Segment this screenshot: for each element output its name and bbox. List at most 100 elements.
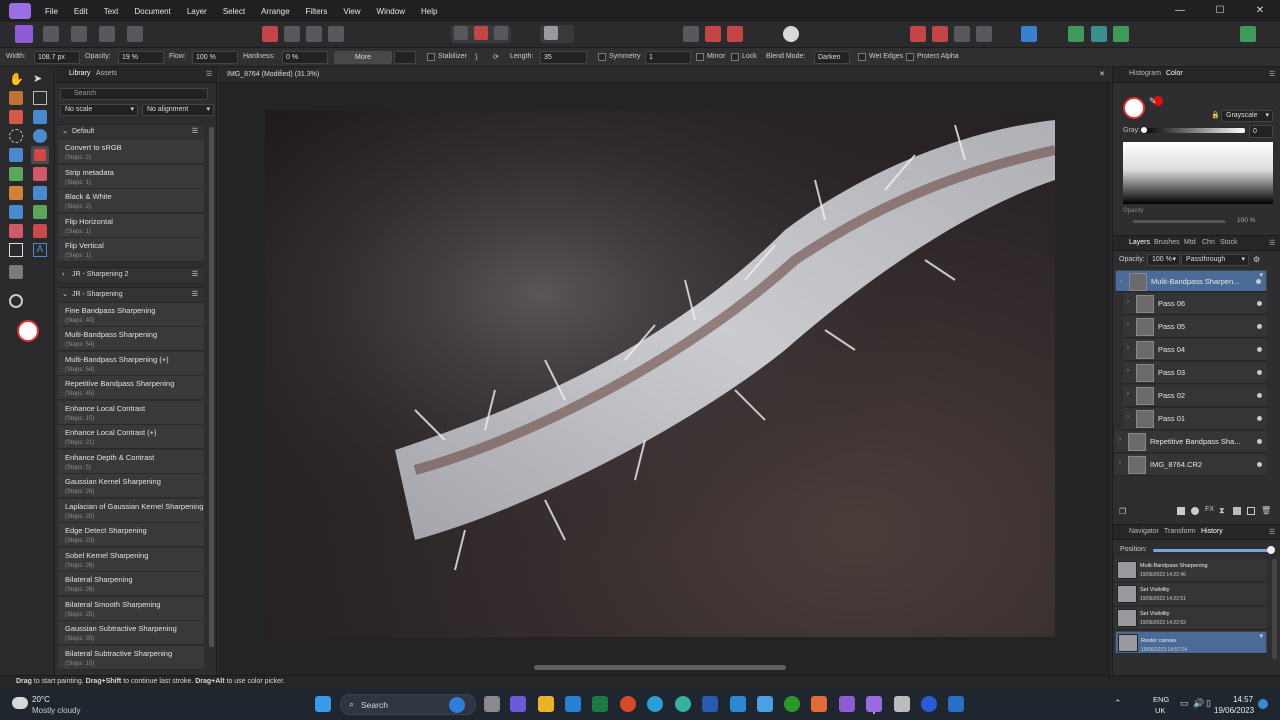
layer-row[interactable]: › Pass 05 [1123, 316, 1267, 338]
affinity-publisher-icon[interactable] [811, 696, 827, 712]
notification-icon[interactable] [1258, 699, 1268, 709]
snapping-icon[interactable] [1068, 26, 1084, 42]
macro-item[interactable]: Gaussian Subtractive Sharpening (Steps: 3… [58, 621, 204, 645]
opacity-slider[interactable] [1133, 220, 1225, 223]
macro-item[interactable]: Multi-Bandpass Sharpening (Steps: 54) [58, 327, 204, 351]
close-button[interactable]: ✕ [1240, 0, 1280, 22]
weather-icon[interactable] [12, 697, 28, 709]
macro-category[interactable]: › JR - Sharpening 2 ☰ [58, 266, 204, 281]
selection-brush-tool-icon[interactable] [9, 110, 23, 124]
layers-panel-menu-icon[interactable]: ☰ [1269, 239, 1275, 247]
frost-branch-photo[interactable] [265, 110, 1055, 637]
layer-row[interactable]: › Pass 03 [1123, 362, 1267, 384]
layer-visibility-icon[interactable] [1257, 301, 1262, 306]
macro-item[interactable]: Edge Detect Sharpening (Steps: 23) [58, 523, 204, 547]
mail-icon[interactable] [565, 696, 581, 712]
fx-icon[interactable]: FX [1205, 506, 1214, 513]
chevron-down-icon[interactable]: ⌄ [62, 288, 68, 302]
live-filter-icon[interactable]: ⧗ [1219, 506, 1225, 516]
menu-help[interactable]: Help [413, 7, 445, 16]
document-tab[interactable]: IMG_8764 (Modified) (31.3%) ✕ [218, 67, 1111, 83]
pixel-tool-icon[interactable] [9, 167, 23, 181]
boolean-add-icon[interactable] [910, 26, 926, 42]
macro-item[interactable]: Black & White (Steps: 2) [58, 189, 204, 213]
layer-row[interactable]: › Repetitive Bandpass Sha... [1115, 431, 1267, 453]
stabilizer-window-icon[interactable]: ⟳ [493, 53, 499, 61]
mesh-warp-tool-icon[interactable] [9, 265, 23, 279]
flood-select-tool-icon[interactable] [33, 110, 47, 124]
word-icon[interactable] [702, 696, 718, 712]
macro-item[interactable]: Flip Vertical (Steps: 1) [58, 238, 204, 262]
layer-row[interactable]: › Pass 01 [1123, 408, 1267, 430]
macro-item[interactable]: Enhance Local Contrast (Steps: 15) [58, 400, 204, 425]
notepad-icon[interactable] [894, 696, 910, 712]
layer-row[interactable]: › Multi-Bandpass Sharpen... [1115, 270, 1267, 292]
scale-select[interactable]: No scale [60, 104, 138, 116]
history-item[interactable]: Set Visibility 19/06/2023 14:22:52 [1115, 607, 1267, 630]
gray-spectrum[interactable] [1123, 142, 1273, 204]
affinity-photo-icon[interactable] [839, 696, 855, 712]
teams-icon[interactable] [510, 696, 526, 712]
gray-slider-thumb[interactable] [1140, 126, 1148, 134]
eyedropper-icon[interactable]: ✎ [1149, 96, 1157, 108]
affinity-photo-active-icon[interactable] [866, 696, 882, 712]
width-field[interactable]: 108.7 px [34, 51, 80, 64]
macro-item[interactable]: Sobel Kernel Sharpening (Steps: 26) [58, 547, 204, 572]
menu-window[interactable]: Window [369, 7, 413, 16]
layer-visibility-icon[interactable] [1257, 393, 1262, 398]
macro-item[interactable]: Convert to sRGB (Steps: 2) [58, 140, 204, 164]
close-document-icon[interactable]: ✕ [1099, 70, 1105, 78]
stabilizer-checkbox[interactable] [427, 53, 435, 61]
gray-value-field[interactable]: 0 [1249, 125, 1273, 138]
category-menu-icon[interactable]: ☰ [192, 125, 198, 139]
input-region[interactable]: UK [1155, 706, 1165, 715]
gradient-tool-icon[interactable] [33, 205, 47, 219]
adjustment-icon[interactable] [1191, 507, 1199, 515]
tab-history[interactable]: History [1201, 528, 1223, 535]
layer-row[interactable]: › Pass 06 [1123, 293, 1267, 315]
brush-preview[interactable] [394, 51, 416, 64]
liquify-persona-icon[interactable] [43, 26, 59, 42]
flow-field[interactable]: 100 % [192, 51, 238, 64]
undo-icon[interactable] [727, 26, 743, 42]
macro-item[interactable]: Bilateral Sharpening (Steps: 26) [58, 572, 204, 596]
history-scrollbar[interactable] [1272, 559, 1277, 659]
menu-filters[interactable]: Filters [298, 7, 336, 16]
account-icon[interactable] [1240, 26, 1256, 42]
history-position-thumb[interactable] [1267, 546, 1275, 554]
hand-tool-icon[interactable]: ✋ [9, 72, 24, 86]
lock-color-icon[interactable]: 🔒 [1211, 111, 1220, 119]
macro-item[interactable]: Enhance Local Contrast (+) (Steps: 21) [58, 425, 204, 449]
menu-file[interactable]: File [37, 7, 66, 16]
tab-library[interactable]: Library [69, 70, 90, 77]
zoom-app-icon[interactable] [921, 696, 937, 712]
alignment-select[interactable]: No alignment [142, 104, 214, 116]
more-button[interactable]: More [334, 51, 392, 64]
maximize-button[interactable]: ☐ [1200, 0, 1240, 22]
boolean-subtract-icon[interactable] [932, 26, 948, 42]
paint-brush-tool-icon[interactable] [31, 146, 49, 164]
chevron-right-icon[interactable]: › [1127, 322, 1129, 328]
menu-arrange[interactable]: Arrange [253, 7, 297, 16]
red-eye-tool-icon[interactable] [9, 224, 23, 238]
marquee-select-icon[interactable] [454, 26, 468, 40]
levels-icon[interactable] [262, 26, 278, 42]
invert-selection-icon[interactable] [494, 26, 508, 40]
outlook-icon[interactable] [948, 696, 964, 712]
tab-layers[interactable]: Layers [1129, 239, 1150, 246]
deselect-icon[interactable] [474, 26, 488, 40]
photo-persona-icon[interactable] [15, 25, 33, 43]
quick-mask-group[interactable] [540, 25, 574, 43]
layer-visibility-icon[interactable] [1257, 439, 1262, 444]
battery-icon[interactable]: ▯ [1206, 698, 1211, 709]
layer-visibility-icon[interactable] [1257, 416, 1262, 421]
auto-white-balance-icon[interactable] [328, 26, 344, 42]
macro-item[interactable]: Flip Horizontal (Steps: 1) [58, 213, 204, 238]
excel-icon[interactable] [592, 696, 608, 712]
color-panel-menu-icon[interactable]: ☰ [1269, 70, 1275, 78]
powerpoint-icon[interactable] [620, 696, 636, 712]
menu-layer[interactable]: Layer [179, 7, 215, 16]
erase-brush-tool-icon[interactable] [33, 167, 47, 181]
add-layer-icon[interactable] [1247, 507, 1255, 515]
layer-visibility-icon[interactable] [1257, 324, 1262, 329]
